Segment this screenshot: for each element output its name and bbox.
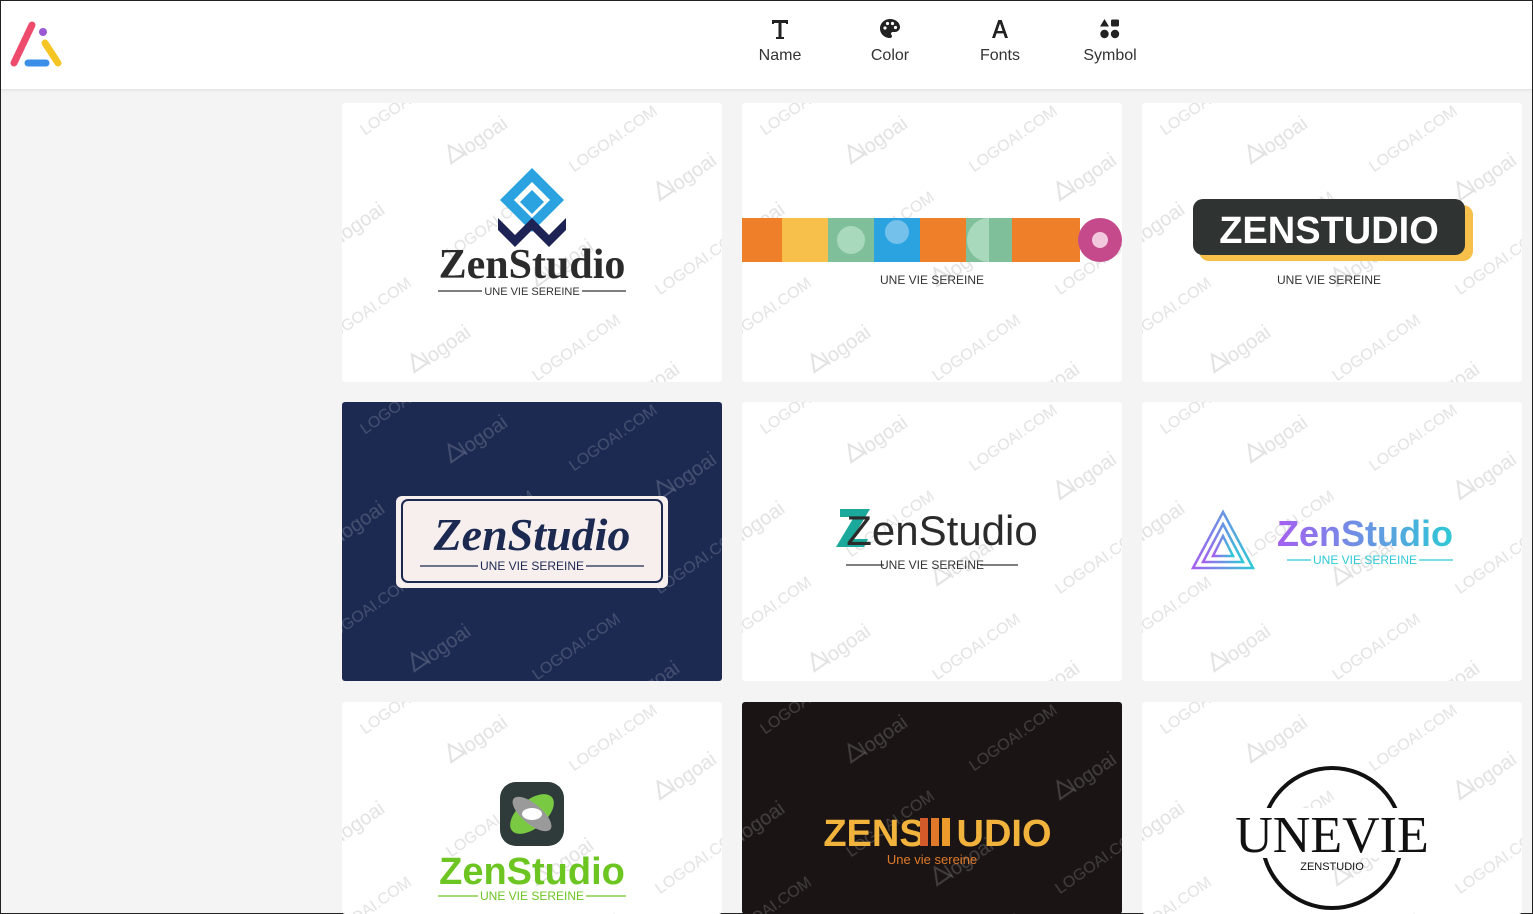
logo-card[interactable]: ZenStudio UNE VIE SEREINE <box>342 103 722 382</box>
logo-name-text: UDIO <box>957 813 1052 855</box>
logo-name-text: ZenStudio <box>846 507 1037 554</box>
shapes-icon <box>1099 15 1121 43</box>
logo-tagline-text: UNE VIE SEREINE <box>480 559 584 573</box>
logo-tagline-text: Une vie sereine <box>887 852 977 867</box>
logo-card[interactable]: ZENS UDIO Une vie sereine <box>742 702 1122 914</box>
logo-preview: ZenStudio UNE VIE SEREINE <box>342 103 722 382</box>
toolbar-color-button[interactable]: Color <box>850 15 930 75</box>
logo-card[interactable]: ZenStudio UNE VIE SEREINE <box>1142 402 1522 681</box>
logo-preview: ZenStudio UNE VIE SEREINE <box>1142 402 1522 681</box>
logo-card[interactable]: ZenStudio UNE VIE SEREINE <box>342 402 722 681</box>
logo-card[interactable]: ZenStudio UNE VIE SEREINE <box>342 702 722 914</box>
top-bar: Name Color Fonts Symbol <box>1 1 1532 90</box>
logo-preview: UNE VIE SEREINE <box>742 103 1122 382</box>
logo-name-text: ZenStudio <box>439 851 625 893</box>
toolbar-name-button[interactable]: Name <box>740 15 820 75</box>
logo-preview: ZenStudio UNE VIE SEREINE <box>438 782 626 903</box>
toolbar-fonts-label: Fonts <box>979 47 1020 64</box>
logo-card[interactable]: UNE VIE SEREINE <box>742 103 1122 382</box>
logo-name-text: UNEVIE <box>1235 807 1429 864</box>
toolbar-name-label: Name <box>758 47 802 64</box>
logo-preview: ZENSTUDIO UNE VIE SEREINE <box>1142 103 1522 382</box>
logo-tagline-text: UNE VIE SEREINE <box>1277 273 1381 287</box>
logo-preview: ZenStudio UNE VIE SEREINE <box>742 402 1122 681</box>
logo-tagline-text: UNE VIE SEREINE <box>880 558 984 572</box>
toolbar-fonts-button[interactable]: Fonts <box>960 15 1040 75</box>
logo-name-text: ZenStudio <box>1277 513 1453 554</box>
logo-tagline-text: UNE VIE SEREINE <box>880 273 984 287</box>
logo-tagline-text: ZENSTUDIO <box>1300 861 1364 873</box>
logoai-logo-icon[interactable] <box>8 19 64 71</box>
logo-preview: ZENS UDIO Une vie sereine <box>823 813 1052 867</box>
logo-name-text: ZenStudio <box>439 242 626 288</box>
toolbar-symbol-label: Symbol <box>1083 47 1137 64</box>
logo-card[interactable]: ZenStudio UNE VIE SEREINE <box>742 402 1122 681</box>
toolbar-symbol-button[interactable]: Symbol <box>1070 15 1150 75</box>
logo-preview: UNEVIE ZENSTUDIO <box>1226 766 1438 910</box>
logo-tagline-text: UNE VIE SEREINE <box>1313 553 1417 567</box>
font-icon <box>990 15 1010 43</box>
text-icon <box>770 15 790 43</box>
toolbar-color-label: Color <box>870 47 910 64</box>
logo-name-text: ZenStudio <box>433 509 631 560</box>
palette-icon <box>879 15 901 43</box>
logo-card[interactable]: UNEVIE ZENSTUDIO <box>1142 702 1522 914</box>
logo-tagline-text: UNE VIE SEREINE <box>484 286 579 298</box>
logo-preview: ZenStudio UNE VIE SEREINE <box>342 402 722 681</box>
logo-card[interactable]: ZENSTUDIO UNE VIE SEREINE <box>1142 103 1522 382</box>
logo-tagline-text: UNE VIE SEREINE <box>480 889 584 903</box>
logo-name-text: ZENS <box>823 813 924 855</box>
logo-name-text: ZENSTUDIO <box>1219 210 1439 252</box>
